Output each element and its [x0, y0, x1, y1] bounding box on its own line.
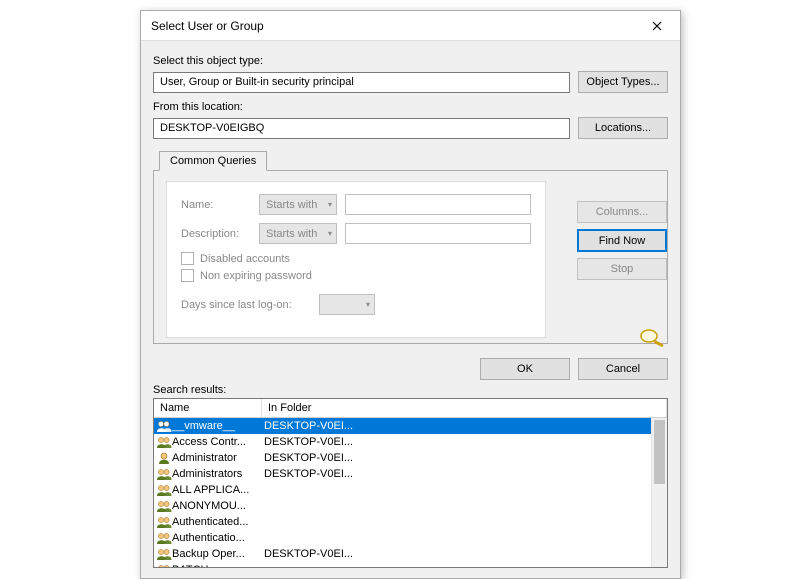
location-label: From this location: [153, 101, 668, 113]
object-type-field[interactable]: User, Group or Built-in security princip… [153, 72, 570, 93]
group-icon [154, 563, 172, 567]
query-inner-panel: Name: Starts with ▾ Description: Starts … [166, 181, 546, 338]
object-type-label: Select this object type: [153, 55, 668, 67]
table-row[interactable]: Authenticated... [154, 514, 667, 530]
results-body[interactable]: __vmware__DESKTOP-V0EI...Access Contr...… [154, 418, 667, 567]
table-row[interactable]: AdministratorsDESKTOP-V0EI... [154, 466, 667, 482]
dialog-title: Select User or Group [151, 19, 264, 33]
query-side-buttons: Columns... Find Now Stop [575, 201, 667, 350]
select-user-group-dialog: Select User or Group Select this object … [140, 10, 681, 579]
row-folder: DESKTOP-V0EI... [262, 420, 667, 432]
description-label: Description: [181, 228, 251, 240]
search-icon [635, 326, 667, 350]
table-row[interactable]: ANONYMOU... [154, 498, 667, 514]
columns-button[interactable]: Columns... [577, 201, 667, 223]
group-icon [154, 499, 172, 513]
table-row[interactable]: Backup Oper...DESKTOP-V0EI... [154, 546, 667, 562]
search-results-label: Search results: [141, 384, 680, 398]
group-icon [154, 467, 172, 481]
group-icon [154, 419, 172, 433]
chevron-down-icon: ▾ [366, 300, 370, 309]
chevron-down-icon: ▾ [328, 200, 332, 209]
non-expiring-checkbox[interactable] [181, 269, 194, 282]
scroll-thumb[interactable] [654, 420, 665, 484]
row-name: ALL APPLICA... [172, 484, 262, 496]
close-icon [652, 21, 662, 31]
disabled-accounts-checkbox[interactable] [181, 252, 194, 265]
tab-common-queries[interactable]: Common Queries [159, 151, 267, 171]
name-label: Name: [181, 199, 251, 211]
name-mode-combo[interactable]: Starts with ▾ [259, 194, 337, 215]
column-name[interactable]: Name [154, 399, 262, 417]
group-icon [154, 531, 172, 545]
non-expiring-label: Non expiring password [200, 270, 312, 282]
row-name: Authenticatio... [172, 532, 262, 544]
group-icon [154, 547, 172, 561]
close-button[interactable] [640, 15, 674, 37]
row-name: BATCH [172, 564, 262, 567]
common-queries-panel: Name: Starts with ▾ Description: Starts … [153, 170, 668, 344]
stop-button[interactable]: Stop [577, 258, 667, 280]
group-icon [154, 435, 172, 449]
name-input[interactable] [345, 194, 531, 215]
dialog-buttons: OK Cancel [141, 350, 680, 384]
location-field[interactable]: DESKTOP-V0EIGBQ [153, 118, 570, 139]
table-row[interactable]: ALL APPLICA... [154, 482, 667, 498]
row-name: Authenticated... [172, 516, 262, 528]
chevron-down-icon: ▾ [328, 229, 332, 238]
row-name: Administrator [172, 452, 262, 464]
dialog-content: Select this object type: User, Group or … [141, 41, 680, 350]
days-since-combo[interactable]: ▾ [319, 294, 375, 315]
user-icon [154, 451, 172, 465]
query-tabs: Common Queries Name: Starts with ▾ Descr… [153, 151, 668, 344]
table-row[interactable]: AdministratorDESKTOP-V0EI... [154, 450, 667, 466]
group-icon [154, 515, 172, 529]
row-name: Administrators [172, 468, 262, 480]
scrollbar[interactable] [651, 418, 667, 567]
days-since-label: Days since last log-on: [181, 299, 311, 311]
locations-button[interactable]: Locations... [578, 117, 668, 139]
ok-button[interactable]: OK [480, 358, 570, 380]
description-input[interactable] [345, 223, 531, 244]
results-header: Name In Folder [154, 399, 667, 418]
row-name: ANONYMOU... [172, 500, 262, 512]
table-row[interactable]: __vmware__DESKTOP-V0EI... [154, 418, 667, 434]
cancel-button[interactable]: Cancel [578, 358, 668, 380]
table-row[interactable]: Access Contr...DESKTOP-V0EI... [154, 434, 667, 450]
row-name: Backup Oper... [172, 548, 262, 560]
row-folder: DESKTOP-V0EI... [262, 468, 667, 480]
table-row[interactable]: Authenticatio... [154, 530, 667, 546]
row-folder: DESKTOP-V0EI... [262, 436, 667, 448]
disabled-accounts-label: Disabled accounts [200, 253, 290, 265]
description-mode-combo[interactable]: Starts with ▾ [259, 223, 337, 244]
object-types-button[interactable]: Object Types... [578, 71, 668, 93]
row-name: __vmware__ [172, 420, 262, 432]
row-folder: DESKTOP-V0EI... [262, 452, 667, 464]
find-now-button[interactable]: Find Now [577, 229, 667, 252]
search-results: Name In Folder __vmware__DESKTOP-V0EI...… [153, 398, 668, 568]
group-icon [154, 483, 172, 497]
column-folder[interactable]: In Folder [262, 399, 667, 417]
table-row[interactable]: BATCH [154, 562, 667, 567]
row-folder: DESKTOP-V0EI... [262, 548, 667, 560]
titlebar: Select User or Group [141, 11, 680, 41]
row-name: Access Contr... [172, 436, 262, 448]
